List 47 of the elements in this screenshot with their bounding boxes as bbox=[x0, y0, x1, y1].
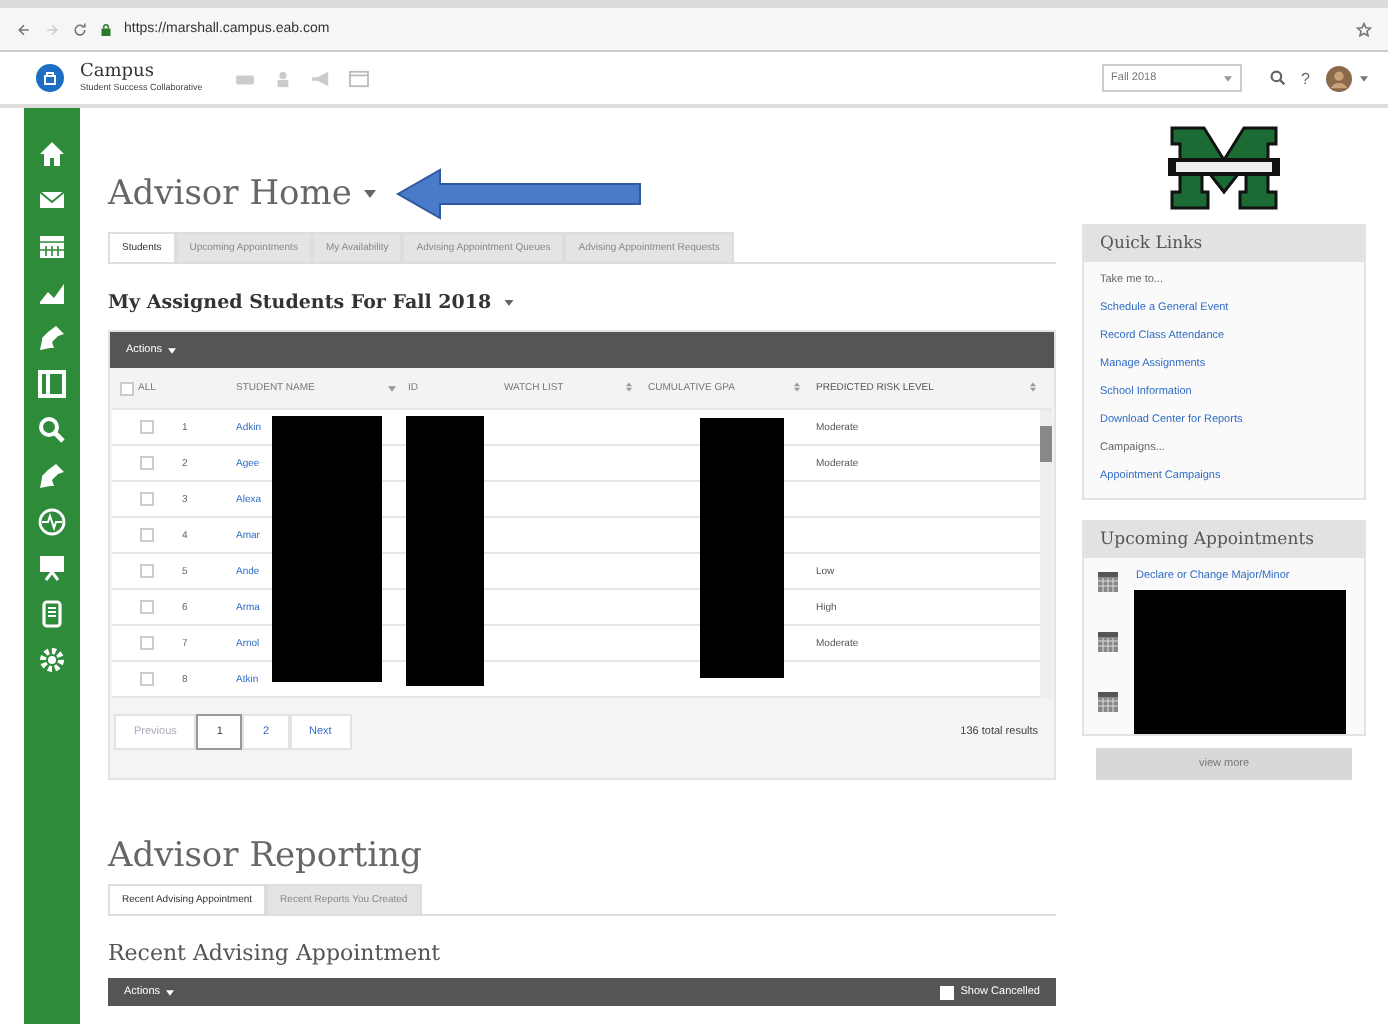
sort-caret-icon[interactable] bbox=[388, 385, 396, 391]
avatar-icon[interactable] bbox=[1326, 65, 1352, 91]
section-heading: Advisor Reporting bbox=[108, 836, 424, 876]
scrollbar[interactable] bbox=[1040, 410, 1052, 698]
panel-header: Quick Links bbox=[1084, 226, 1364, 262]
checkbox[interactable] bbox=[140, 564, 154, 578]
caret-icon[interactable] bbox=[1360, 75, 1368, 81]
pulse-icon[interactable] bbox=[38, 508, 66, 536]
sort-icon[interactable] bbox=[626, 382, 632, 392]
search-icon[interactable] bbox=[38, 416, 66, 444]
checkbox[interactable] bbox=[140, 492, 154, 506]
sort-icon[interactable] bbox=[794, 382, 800, 392]
envelope-icon[interactable] bbox=[38, 186, 66, 214]
phone-icon[interactable] bbox=[38, 600, 66, 628]
sort-icon[interactable] bbox=[1030, 382, 1036, 392]
caret-icon[interactable] bbox=[503, 300, 514, 306]
calendar-icon bbox=[1096, 570, 1120, 594]
section-title: Recent Advising Appointment bbox=[108, 940, 443, 966]
checkbox[interactable] bbox=[140, 420, 154, 434]
panel-header: Upcoming Appointments bbox=[1084, 522, 1364, 558]
search-icon[interactable] bbox=[1269, 70, 1286, 86]
lock-icon bbox=[100, 21, 112, 37]
home-icon[interactable] bbox=[38, 140, 66, 168]
help-button[interactable]: ? bbox=[1301, 69, 1310, 87]
page-title: Advisor Home bbox=[108, 174, 352, 214]
checkbox[interactable] bbox=[140, 636, 154, 650]
bookmark-star-icon[interactable] bbox=[1356, 21, 1372, 37]
book-icon[interactable] bbox=[38, 370, 66, 398]
section-title: My Assigned Students For Fall 2018 bbox=[108, 292, 492, 314]
checkbox[interactable] bbox=[120, 381, 134, 395]
settings-icon[interactable] bbox=[38, 646, 66, 674]
calendar-icon bbox=[1096, 690, 1120, 714]
checkbox[interactable] bbox=[140, 600, 154, 614]
calendar-icon[interactable] bbox=[38, 232, 66, 260]
checkbox[interactable] bbox=[140, 672, 154, 686]
presentation-icon[interactable] bbox=[38, 554, 66, 582]
calendar-icon bbox=[1096, 630, 1120, 654]
reload-icon[interactable] bbox=[72, 21, 88, 37]
brand-name: Campus bbox=[80, 64, 156, 82]
caret-icon[interactable] bbox=[168, 347, 177, 353]
back-icon[interactable] bbox=[16, 21, 32, 37]
checkbox[interactable] bbox=[140, 456, 154, 470]
campus-logo-icon bbox=[36, 64, 64, 92]
caret-icon[interactable] bbox=[166, 989, 175, 995]
checkbox[interactable] bbox=[140, 528, 154, 542]
caret-icon[interactable] bbox=[363, 190, 376, 198]
m-logo-icon bbox=[1164, 124, 1284, 212]
